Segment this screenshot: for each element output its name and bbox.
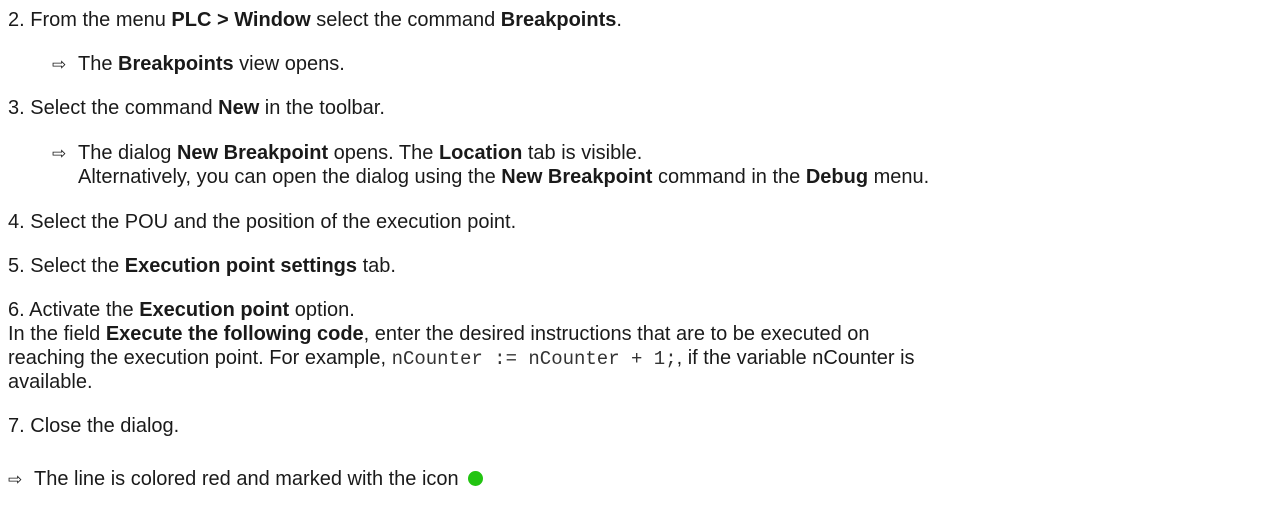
step-5-text: Select the (30, 255, 125, 277)
step-6-line-4: available. (8, 370, 93, 394)
step-7-number: 7. (8, 415, 25, 437)
result-2-text: The (78, 53, 119, 75)
step-4-text: Select the POU and the position of the e… (30, 211, 517, 233)
final-result: ⇨ The line is colored red and marked with… (8, 467, 483, 492)
step-4: 4. Select the POU and the position of th… (8, 210, 516, 234)
step-5: 5. Select the Execution point settings t… (8, 254, 396, 278)
result-arrow-icon: ⇨ (52, 144, 67, 164)
alt-text: Alternatively, you can open the dialog u… (78, 166, 502, 188)
step-6-l3-text: reaching the execution point. For exampl… (8, 347, 392, 369)
result-3-text-3: tab is visible. (522, 142, 643, 164)
dialog-new-breakpoint: New Breakpoint (176, 142, 329, 164)
step-6-number: 6. (8, 299, 25, 321)
result-3-text-2: opens. The (328, 142, 439, 164)
result-arrow-icon: ⇨ (52, 55, 67, 75)
green-circle-icon (467, 471, 483, 486)
step-6-text: Activate the (29, 299, 140, 321)
step-6-l2-text-2: , enter the desired instructions that ar… (363, 323, 870, 345)
step-2-text-2: select the command (310, 9, 501, 31)
step-7-text: Close the dialog. (30, 415, 180, 437)
step-2-period: . (616, 9, 622, 31)
result-arrow-icon: ⇨ (8, 470, 23, 490)
step-3-text-2: in the toolbar. (259, 97, 385, 119)
step-6-l4-text: available. (8, 371, 93, 393)
code-snippet: nCounter := nCounter + 1; (391, 348, 677, 370)
menu-debug: Debug (805, 166, 869, 188)
step-6: 6. Activate the Execution point option. (8, 298, 355, 322)
alt-text-2: command in the (652, 166, 806, 188)
menu-path: PLC > Window (171, 9, 311, 31)
step-5-number: 5. (8, 255, 25, 277)
command-breakpoints: Breakpoints (500, 9, 617, 31)
step-3-text: Select the command (30, 97, 219, 119)
command-new: New (218, 97, 260, 119)
step-7: 7. Close the dialog. (8, 414, 179, 438)
result-3-alternative: Alternatively, you can open the dialog u… (78, 165, 929, 189)
field-execute-code: Execute the following code (105, 323, 364, 345)
view-breakpoints: Breakpoints (118, 53, 234, 75)
result-2: ⇨ The Breakpoints view opens. (52, 52, 345, 77)
final-result-text: The line is colored red and marked with … (34, 468, 459, 490)
step-6-l3-text-2: , if the variable nCounter is (676, 347, 915, 369)
option-execution-point: Execution point (139, 299, 290, 321)
step-3: 3. Select the command New in the toolbar… (8, 96, 385, 120)
step-6-line-3: reaching the execution point. For exampl… (8, 346, 915, 371)
step-2: 2. From the menu PLC > Window select the… (8, 8, 622, 32)
step-6-text-2: option. (289, 299, 355, 321)
tab-location: Location (438, 142, 523, 164)
command-new-breakpoint: New Breakpoint (501, 166, 653, 188)
result-3-text: The dialog (78, 142, 177, 164)
tab-execution-point-settings: Execution point settings (124, 255, 358, 277)
alt-text-3: menu. (868, 166, 930, 188)
result-3: ⇨ The dialog New Breakpoint opens. The Lo… (52, 141, 642, 166)
step-2-text: From the menu (30, 9, 172, 31)
step-5-text-2: tab. (357, 255, 396, 277)
step-6-line-2: In the field Execute the following code,… (8, 322, 870, 346)
step-2-number: 2. (8, 9, 25, 31)
step-6-l2-text: In the field (8, 323, 106, 345)
step-3-number: 3. (8, 97, 25, 119)
result-2-text-2: view opens. (233, 53, 345, 75)
step-4-number: 4. (8, 211, 25, 233)
